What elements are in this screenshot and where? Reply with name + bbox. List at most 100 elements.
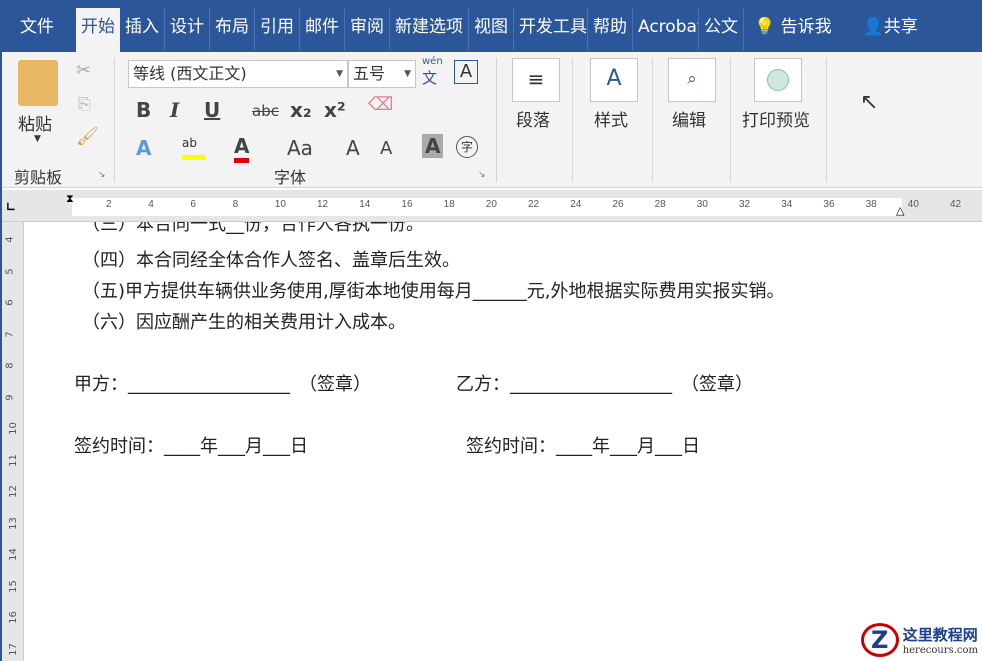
text-effects-button[interactable]: A	[136, 136, 151, 160]
ribbon: 粘贴 ▼ ✂ ⎘ 🖌 剪贴板 ↘ 等线 (西文正文) ▼ 五号 ▼ wén 文 A B…	[2, 52, 982, 188]
tab-mailings[interactable]: 邮件	[300, 8, 345, 50]
ruler-tick-label: 34	[781, 199, 793, 210]
watermark-url: herecours.com	[902, 645, 978, 656]
signature-party-b: 乙方：__________________ （签章）	[456, 374, 753, 395]
document-page[interactable]: （三）本合同一式__份，合作人各执一份。 （四）本合同经全体合作人签名、盖章后生…	[32, 222, 982, 661]
tab-acrobat[interactable]: Acrobat	[633, 8, 699, 50]
vruler-tick-label: 13	[7, 516, 19, 530]
watermark-name: 这里教程网	[902, 626, 978, 644]
ribbon-tabs: 文件 开始 插入 设计 布局 引用 邮件 审阅 新建选项 视图 开发工具 帮助 …	[2, 0, 982, 52]
ruler-tick-label: 18	[443, 199, 455, 210]
share-label: 共享	[883, 17, 918, 37]
tab-layout[interactable]: 布局	[210, 8, 255, 50]
italic-button[interactable]: I	[170, 98, 179, 122]
clear-formatting-icon[interactable]: ⌫	[368, 94, 393, 115]
tab-gongwen[interactable]: 公文	[699, 8, 744, 50]
print-preview-icon[interactable]	[754, 58, 802, 102]
ruler-tick-label: 14	[359, 199, 371, 210]
doc-line-6: （六）因应酬产生的相关费用计入成本。	[82, 312, 406, 333]
tab-stop-selector[interactable]: ∟	[6, 200, 16, 214]
tell-me-label: 告诉我	[780, 17, 832, 37]
tab-developer[interactable]: 开发工具	[514, 8, 588, 50]
character-shading-button[interactable]: A	[422, 134, 444, 158]
tab-home[interactable]: 开始	[76, 8, 120, 52]
styles-icon[interactable]: A	[590, 58, 638, 102]
paste-button[interactable]: 粘贴	[18, 110, 52, 135]
tab-insert[interactable]: 插入	[120, 8, 165, 50]
strikethrough-button[interactable]: abc	[252, 102, 279, 120]
share-button[interactable]: 👤共享	[837, 8, 923, 50]
tab-new[interactable]: 新建选项	[390, 8, 469, 50]
phonetic-guide-button[interactable]: wén 文	[422, 56, 443, 88]
enclose-characters-button[interactable]: 字	[456, 136, 478, 158]
horizontal-ruler[interactable]: ∟ 2 4 6 8 10 12 14 16 18 20 22 24 26 28 30 32 34 36 38 40 42…	[2, 190, 982, 222]
vruler-tick-label: 17	[7, 642, 19, 656]
ruler-tick-label: 4	[148, 199, 154, 210]
editing-button[interactable]: 编辑	[672, 106, 706, 131]
highlight-color-button[interactable]: ab	[182, 136, 206, 160]
signature-party-a: 甲方：__________________ （签章）	[74, 374, 371, 395]
tab-review[interactable]: 审阅	[345, 8, 390, 50]
font-dialog-launcher-icon[interactable]: ↘	[478, 170, 486, 180]
paste-icon[interactable]	[18, 60, 58, 106]
styles-button[interactable]: 样式	[594, 106, 628, 131]
vruler-tick-label: 15	[7, 579, 19, 593]
vruler-tick-label: 6	[4, 299, 16, 306]
vruler-tick-label: 4	[4, 236, 16, 243]
sign-date-a: 签约时间：____年___月___日	[74, 436, 308, 457]
vruler-tick-label: 8	[4, 362, 16, 369]
tab-design[interactable]: 设计	[165, 8, 210, 50]
underline-button[interactable]: U	[204, 98, 220, 122]
print-preview-button[interactable]: 打印预览	[742, 106, 810, 131]
bold-button[interactable]: B	[136, 98, 151, 122]
ruler-tick-label: 10	[274, 199, 286, 210]
tab-help[interactable]: 帮助	[588, 8, 633, 50]
ruler-tick-label: 8	[232, 199, 239, 210]
paragraph-icon[interactable]: ≡	[512, 58, 560, 102]
vruler-tick-label: 16	[7, 611, 19, 624]
paste-dropdown[interactable]: ▼	[34, 134, 41, 144]
ruler-tick-label: 32	[739, 199, 751, 210]
font-size-select[interactable]: 五号 ▼	[348, 60, 416, 88]
cut-icon[interactable]: ✂	[76, 60, 91, 81]
mouse-cursor-icon: ↖	[860, 90, 879, 115]
copy-icon[interactable]: ⎘	[78, 94, 91, 114]
paragraph-button[interactable]: 段落	[516, 106, 550, 131]
doc-line-4: （四）本合同经全体合作人签名、盖章后生效。	[82, 250, 460, 271]
tell-me[interactable]: 💡 告诉我	[744, 8, 837, 50]
grow-font-button[interactable]: A	[346, 136, 360, 160]
ruler-tick-label: 30	[696, 199, 708, 210]
ruler-tick-label: 16	[401, 199, 413, 210]
change-case-button[interactable]: Aa	[287, 136, 313, 160]
ruler-tick-label: 36	[823, 199, 835, 210]
ruler-tick-label: 2	[106, 199, 112, 210]
doc-line-5: （五)甲方提供车辆供业务使用,厚街本地使用每月______元,外地根据实际费用实…	[82, 281, 785, 302]
vruler-tick-label: 11	[7, 453, 19, 467]
ruler-tick-label: 38	[865, 199, 877, 210]
font-name-select[interactable]: 等线 (西文正文) ▼	[128, 60, 348, 88]
sign-date-b: 签约时间：____年___月___日	[466, 436, 700, 457]
doc-line-3: （三）本合同一式__份，合作人各执一份。	[82, 222, 424, 235]
search-icon[interactable]: ⌕	[668, 58, 716, 102]
format-painter-icon[interactable]: 🖌	[76, 126, 99, 147]
font-color-button[interactable]: A	[234, 134, 250, 163]
right-indent-marker[interactable]: △	[896, 204, 904, 217]
ruler-tick-label: 40	[907, 199, 919, 210]
subscript-button[interactable]: x₂	[290, 98, 312, 122]
tab-file[interactable]: 文件	[8, 8, 76, 50]
character-border-button[interactable]: A	[454, 60, 478, 84]
ruler-tick-label: 20	[485, 199, 497, 210]
superscript-button[interactable]: x²	[324, 98, 346, 122]
tab-references[interactable]: 引用	[255, 8, 300, 50]
tab-view[interactable]: 视图	[469, 8, 514, 50]
ruler-tick-label: 28	[654, 199, 666, 210]
ruler-tick-label: 12	[317, 199, 329, 210]
font-group-label: 字体	[274, 168, 307, 187]
watermark-logo-icon: Z	[860, 623, 899, 657]
shrink-font-button[interactable]: A	[380, 138, 392, 159]
dialog-launcher-icon[interactable]: ↘	[98, 170, 106, 180]
clipboard-group-label: 剪贴板	[14, 168, 63, 187]
vruler-tick-label: 7	[4, 330, 16, 338]
indent-marker[interactable]: ⧗	[66, 192, 74, 206]
ruler-tick-label: 6	[190, 199, 196, 210]
